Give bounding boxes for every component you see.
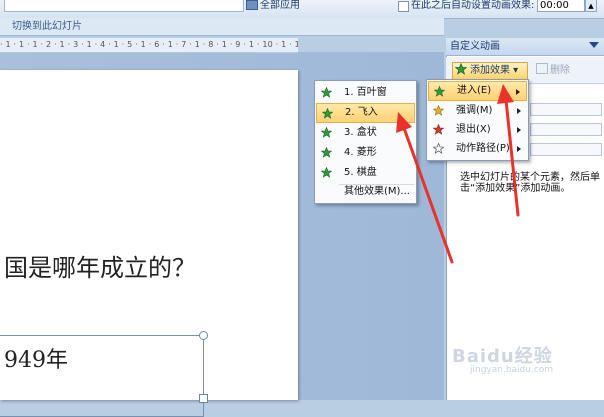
annotation-arrowhead-submenu [396,112,412,133]
annotation-arrow-to-submenu [402,126,454,264]
annotation-arrowhead-entrance [497,84,514,104]
annotation-arrow-to-entrance [504,98,520,217]
annotation-arrows [396,84,520,264]
